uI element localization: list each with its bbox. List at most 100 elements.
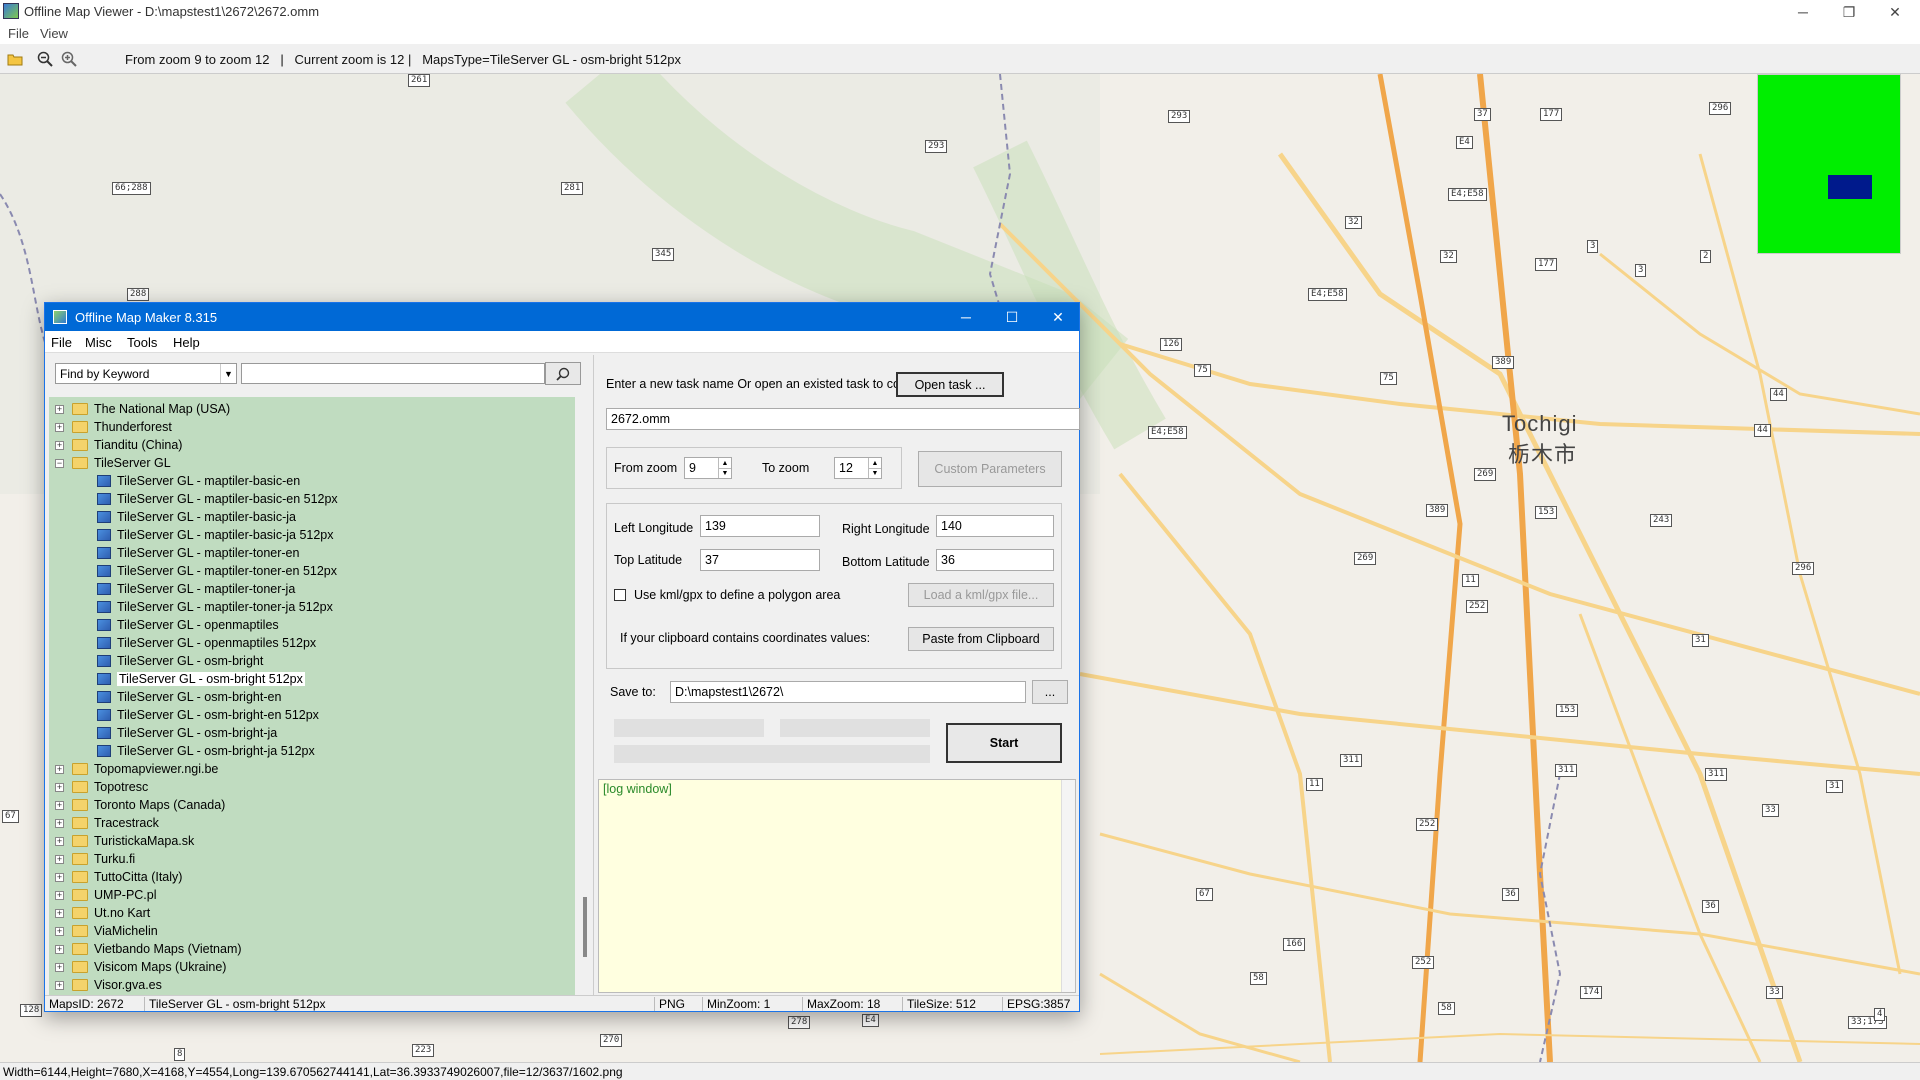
tree-folder-item[interactable]: + Toronto Maps (Canada)	[55, 796, 225, 814]
open-folder-icon[interactable]	[6, 50, 24, 68]
log-scrollbar[interactable]	[1061, 780, 1075, 992]
custom-parameters-button[interactable]: Custom Parameters	[918, 451, 1062, 487]
dialog-menu-tools[interactable]: Tools	[127, 335, 157, 350]
tree-map-item[interactable]: TileServer GL - osm-bright 512px	[97, 670, 305, 688]
folder-icon	[72, 853, 88, 865]
open-task-button[interactable]: Open task ...	[896, 372, 1004, 397]
tree-map-item[interactable]: TileServer GL - maptiler-basic-ja 512px	[97, 526, 334, 544]
tree-folder-item[interactable]: + TuristickaMapa.sk	[55, 832, 194, 850]
tree-map-item[interactable]: TileServer GL - osm-bright-ja 512px	[97, 742, 315, 760]
menu-file[interactable]: File	[8, 26, 29, 41]
close-icon[interactable]: ✕	[1872, 0, 1918, 24]
tree-scrollbar[interactable]	[577, 397, 593, 995]
dialog-maximize-icon[interactable]: ☐	[989, 303, 1035, 331]
tree-map-item[interactable]: TileServer GL - maptiler-toner-ja	[97, 580, 295, 598]
zoom-out-icon[interactable]	[36, 50, 54, 68]
tree-folder-item[interactable]: + Visor.gva.es	[55, 976, 162, 994]
tree-folder-item[interactable]: + Vietbando Maps (Vietnam)	[55, 940, 242, 958]
expand-icon[interactable]: +	[55, 782, 64, 792]
expand-icon[interactable]: +	[55, 764, 64, 774]
tree-map-item[interactable]: TileServer GL - openmaptiles 512px	[97, 634, 316, 652]
expand-icon[interactable]: +	[55, 854, 64, 864]
from-zoom-spinner[interactable]: 9 ▲ ▼	[684, 457, 732, 479]
dialog-menu-help[interactable]: Help	[173, 335, 200, 350]
log-window[interactable]: [log window]	[598, 779, 1076, 993]
tree-folder-item[interactable]: + TuttoCitta (Italy)	[55, 868, 182, 886]
tree-folder-item[interactable]: + ViaMichelin	[55, 922, 158, 940]
tree-folder-item[interactable]: + Visicom Maps (Ukraine)	[55, 958, 226, 976]
tree-folder-item[interactable]: + UMP-PC.pl	[55, 886, 157, 904]
expand-icon[interactable]: +	[55, 872, 64, 882]
tree-map-item[interactable]: TileServer GL - osm-bright-en	[97, 688, 281, 706]
spin-down-icon[interactable]: ▼	[718, 468, 731, 478]
spin-up-icon[interactable]: ▲	[718, 458, 731, 468]
tree-folder-item[interactable]: + Tracestrack	[55, 814, 159, 832]
bottom-latitude-input[interactable]: 36	[936, 549, 1054, 571]
kml-checkbox[interactable]	[614, 589, 626, 601]
map-icon	[97, 619, 111, 631]
tree-folder-item[interactable]: + Topotresc	[55, 778, 148, 796]
tree-folder-item[interactable]: + Tianditu (China)	[55, 436, 182, 454]
expand-icon[interactable]: +	[55, 818, 64, 828]
dialog-menu-misc[interactable]: Misc	[85, 335, 112, 350]
spin-down-icon[interactable]: ▼	[868, 468, 881, 478]
tree-map-item[interactable]: TileServer GL - maptiler-basic-en	[97, 472, 300, 490]
tree-folder-item[interactable]: + Ut.no Kart	[55, 904, 150, 922]
tree-map-item[interactable]: TileServer GL - maptiler-basic-ja	[97, 508, 296, 526]
expand-icon[interactable]: +	[55, 980, 64, 990]
minimap-viewport[interactable]	[1828, 175, 1872, 199]
tree-map-item[interactable]: TileServer GL - osm-bright-ja	[97, 724, 277, 742]
tree-folder-item[interactable]: + Thunderforest	[55, 418, 172, 436]
tree-folder-item[interactable]: + The National Map (USA)	[55, 400, 230, 418]
tree-map-item[interactable]: TileServer GL - osm-bright-en 512px	[97, 706, 319, 724]
spin-up-icon[interactable]: ▲	[868, 458, 881, 468]
top-latitude-input[interactable]: 37	[700, 549, 820, 571]
tree-map-item[interactable]: TileServer GL - osm-bright	[97, 652, 263, 670]
dialog-menu-file[interactable]: File	[51, 335, 72, 350]
tree-map-item[interactable]: TileServer GL - maptiler-toner-en 512px	[97, 562, 337, 580]
right-longitude-input[interactable]: 140	[936, 515, 1054, 537]
expand-icon[interactable]: +	[55, 908, 64, 918]
save-to-input[interactable]: D:\mapstest1\2672\	[670, 681, 1026, 703]
left-longitude-input[interactable]: 139	[700, 515, 820, 537]
task-name-input[interactable]: 2672.omm	[606, 408, 1080, 430]
tree-folder-item[interactable]: + Topomapviewer.ngi.be	[55, 760, 218, 778]
minimap[interactable]	[1757, 74, 1901, 254]
expand-icon[interactable]: +	[55, 890, 64, 900]
expand-icon[interactable]: +	[55, 422, 64, 432]
tree-map-item[interactable]: TileServer GL - openmaptiles	[97, 616, 279, 634]
expand-icon[interactable]: +	[55, 800, 64, 810]
start-button[interactable]: Start	[946, 723, 1062, 763]
find-keyword-input[interactable]	[241, 363, 545, 384]
tree-map-item[interactable]: TileServer GL - maptiler-toner-ja 512px	[97, 598, 333, 616]
maximize-icon[interactable]: ❐	[1826, 0, 1872, 24]
tree-map-item[interactable]: TileServer GL - maptiler-toner-en	[97, 544, 299, 562]
expand-icon[interactable]: +	[55, 836, 64, 846]
tree-folder-item[interactable]: − TileServer GL	[55, 454, 171, 472]
browse-button[interactable]: ...	[1032, 680, 1068, 704]
zoom-in-icon[interactable]	[60, 50, 78, 68]
expand-icon[interactable]: +	[55, 404, 64, 414]
to-zoom-spinner[interactable]: 12 ▲ ▼	[834, 457, 882, 479]
paste-clipboard-button[interactable]: Paste from Clipboard	[908, 627, 1054, 651]
scrollbar-thumb[interactable]	[583, 897, 587, 957]
minimize-icon[interactable]: ─	[1780, 0, 1826, 24]
menu-view[interactable]: View	[40, 26, 68, 41]
find-mode-select[interactable]: Find by Keyword ▼	[55, 363, 237, 384]
search-button[interactable]	[545, 362, 581, 385]
expand-icon[interactable]: +	[55, 944, 64, 954]
tree-map-item[interactable]: TileServer GL - maptiler-basic-en 512px	[97, 490, 338, 508]
load-kml-button[interactable]: Load a kml/gpx file...	[908, 583, 1054, 607]
expand-icon[interactable]: +	[55, 962, 64, 972]
dialog-status-bar: MapsID: 2672 TileServer GL - osm-bright …	[45, 995, 1079, 1011]
expand-icon[interactable]: +	[55, 926, 64, 936]
dialog-minimize-icon[interactable]: ─	[943, 303, 989, 331]
dialog-close-icon[interactable]: ✕	[1035, 303, 1081, 331]
chevron-down-icon[interactable]: ▼	[220, 364, 236, 383]
tree-folder-item[interactable]: + Turku.fi	[55, 850, 135, 868]
road-shield: 389	[1492, 356, 1515, 369]
map-icon	[97, 673, 111, 685]
map-source-tree[interactable]: + The National Map (USA) + Thunderforest + Ti…	[49, 397, 575, 995]
expand-icon[interactable]: +	[55, 440, 64, 450]
collapse-icon[interactable]: −	[55, 458, 64, 468]
